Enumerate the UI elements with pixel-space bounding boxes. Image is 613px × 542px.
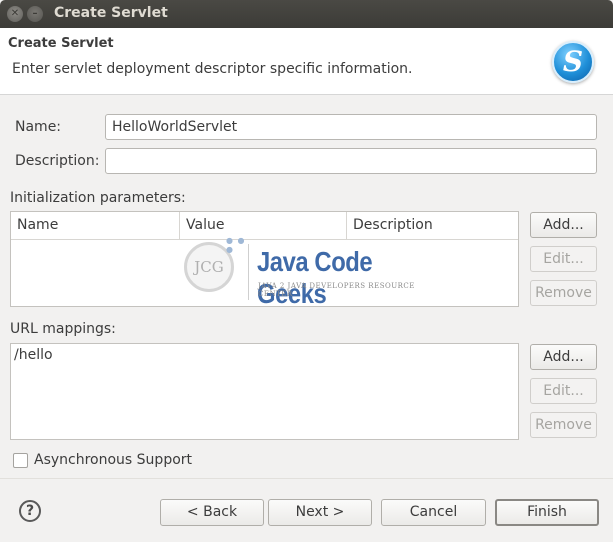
url-mappings-list[interactable]: /hello	[10, 343, 519, 440]
next-button[interactable]: Next >	[268, 499, 372, 526]
footer-separator	[0, 478, 613, 479]
cancel-button[interactable]: Cancel	[381, 499, 486, 526]
async-support-label[interactable]: Asynchronous Support	[34, 452, 192, 468]
help-icon[interactable]: ?	[19, 500, 41, 522]
watermark-logo: JCG ● ● ● Java Code Geeks JAVA 2 JAVA DE…	[184, 236, 434, 309]
async-support-checkbox[interactable]	[13, 453, 28, 468]
back-button[interactable]: < Back	[160, 499, 264, 526]
description-label: Description:	[15, 153, 100, 169]
name-label: Name:	[15, 119, 62, 135]
name-field[interactable]: HelloWorldServlet	[105, 114, 597, 140]
window-title: Create Servlet	[54, 5, 168, 21]
finish-button[interactable]: Finish	[495, 499, 599, 526]
logo-dots-icon: ● ● ●	[226, 236, 246, 254]
close-window-button[interactable]: ✕	[7, 6, 23, 22]
wizard-header: Create Servlet Enter servlet deployment …	[0, 28, 613, 95]
watermark-title: Java Code Geeks	[257, 246, 373, 309]
url-mapping-item[interactable]: /hello	[14, 347, 53, 363]
url-mappings-remove-button[interactable]: Remove	[530, 412, 597, 438]
window-titlebar: ✕ – Create Servlet	[0, 0, 613, 28]
wizard-title: Create Servlet	[8, 36, 114, 51]
wizard-description: Enter servlet deployment descriptor spec…	[12, 61, 413, 77]
init-params-add-button[interactable]: Add...	[530, 212, 597, 238]
url-mappings-add-button[interactable]: Add...	[530, 344, 597, 370]
watermark-subtitle: JAVA 2 JAVA DEVELOPERS RESOURCE CENTER	[258, 282, 415, 298]
init-params-remove-button[interactable]: Remove	[530, 280, 597, 306]
description-field[interactable]	[105, 148, 597, 174]
init-params-label: Initialization parameters:	[10, 190, 186, 206]
servlet-s-icon: S	[552, 41, 594, 83]
init-params-edit-button[interactable]: Edit...	[530, 246, 597, 272]
column-header-name[interactable]: Name	[11, 212, 180, 240]
logo-divider	[248, 244, 249, 300]
minimize-window-button[interactable]: –	[27, 6, 43, 22]
url-mappings-edit-button[interactable]: Edit...	[530, 378, 597, 404]
url-mappings-label: URL mappings:	[10, 321, 116, 337]
